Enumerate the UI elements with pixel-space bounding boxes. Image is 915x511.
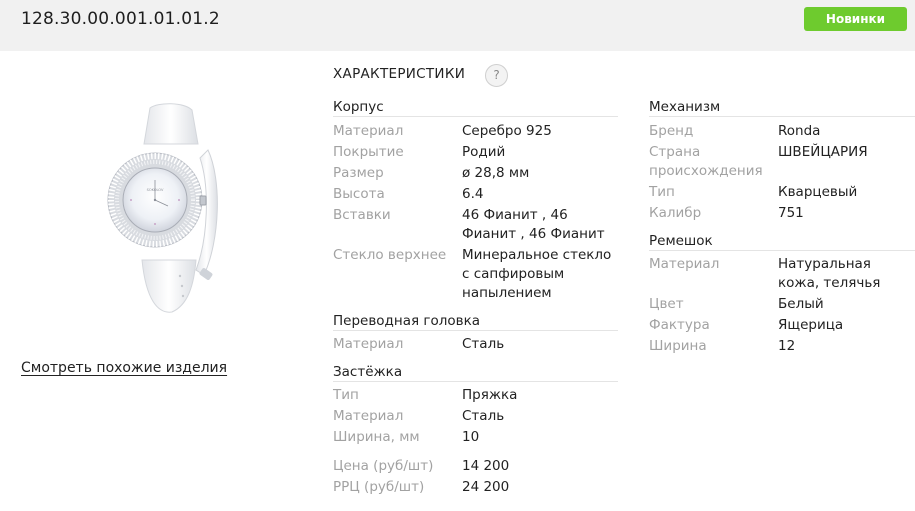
spec-value: Сталь (462, 336, 505, 352)
spec-value: Сталь (462, 408, 505, 424)
product-image: SOKOLOV (107, 103, 218, 313)
product-sku: 128.30.00.001.01.01.2 (21, 9, 220, 29)
spec-label: Размер (333, 165, 384, 181)
section-title-strap: Ремешок (649, 233, 713, 249)
similar-products-link[interactable]: Смотреть похожие изделия (21, 360, 227, 376)
spec-label: Ширина (649, 338, 707, 354)
section-divider (333, 381, 618, 382)
characteristics-title: ХАРАКТЕРИСТИКИ (333, 66, 466, 82)
rrp-value: 24 200 (462, 479, 510, 495)
rrp-label: РРЦ (руб/шт) (333, 479, 425, 495)
spec-value: 6.4 (462, 186, 484, 202)
spec-label: Стекло верхнее (333, 247, 447, 263)
header-bar: 128.30.00.001.01.01.2 Новинки (0, 0, 915, 51)
spec-label: Тип (333, 387, 359, 403)
spec-label: Калибр (649, 205, 702, 221)
spec-label: Материал (333, 123, 404, 139)
spec-value: Минеральное стекло с сапфировым напылени… (462, 247, 612, 301)
spec-label: Ширина, мм (333, 429, 420, 445)
spec-value: 46 Фианит , 46 Фианит , 46 Фианит (462, 207, 605, 242)
section-divider (649, 116, 915, 117)
spec-value: 12 (778, 338, 796, 354)
spec-value: ø 28,8 мм (462, 165, 530, 181)
spec-label: Тип (649, 184, 675, 200)
section-divider (333, 116, 618, 117)
section-title-mechanism: Механизм (649, 99, 721, 115)
spec-label: Фактура (649, 317, 710, 333)
spec-label: Страна происхождения (649, 144, 763, 179)
section-title-korpus: Корпус (333, 99, 384, 115)
spec-value: ШВЕЙЦАРИЯ (778, 144, 868, 160)
section-divider (333, 330, 618, 331)
spec-value: Пряжка (462, 387, 518, 403)
spec-label: Высота (333, 186, 385, 202)
spec-label: Материал (333, 408, 404, 424)
spec-value: 10 (462, 429, 480, 445)
spec-label: Покрытие (333, 144, 404, 160)
help-icon[interactable]: ? (485, 64, 508, 87)
spec-label: Материал (333, 336, 404, 352)
section-title-crown: Переводная головка (333, 313, 481, 329)
spec-value: Ящерица (778, 317, 844, 333)
section-divider (649, 250, 915, 251)
spec-value: Белый (778, 296, 824, 312)
price-label: Цена (руб/шт) (333, 458, 434, 474)
spec-value: Серебро 925 (462, 123, 552, 139)
spec-value: Натуральная кожа, телячья (778, 256, 881, 291)
spec-label: Вставки (333, 207, 391, 223)
spec-value: Ronda (778, 123, 821, 139)
spec-value: Родий (462, 144, 506, 160)
section-title-clasp: Застёжка (333, 364, 403, 380)
price-value: 14 200 (462, 458, 510, 474)
spec-label: Цвет (649, 296, 684, 312)
new-items-button[interactable]: Новинки (804, 7, 907, 31)
spec-label: Бренд (649, 123, 694, 139)
spec-label: Материал (649, 256, 720, 272)
spec-value: Кварцевый (778, 184, 858, 200)
spec-value: 751 (778, 205, 804, 221)
